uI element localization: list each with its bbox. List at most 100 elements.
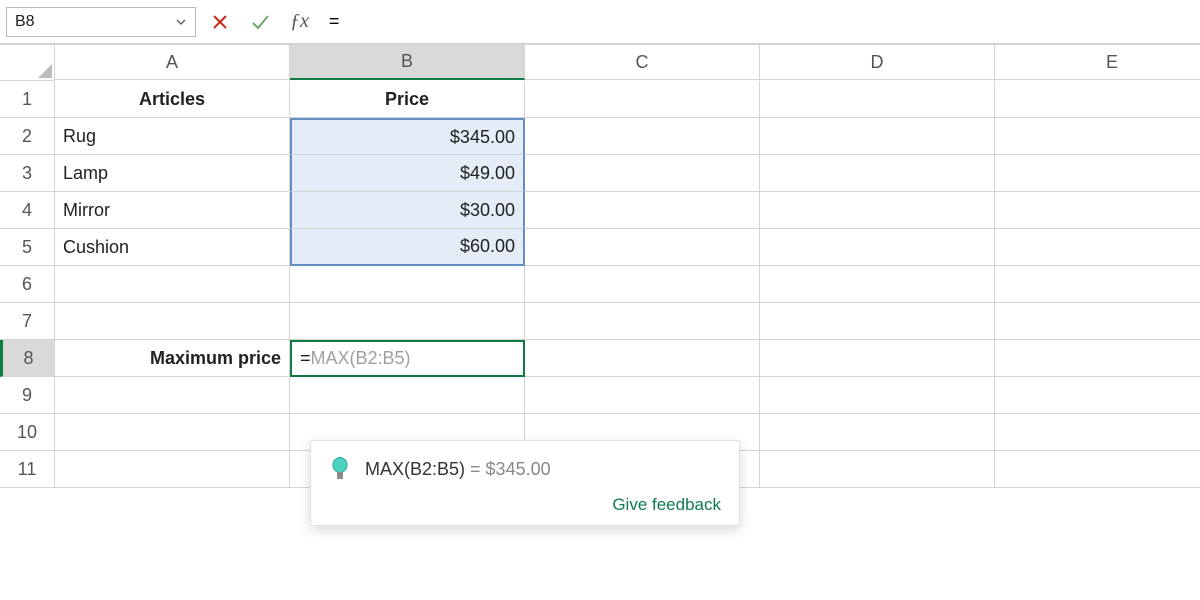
cell-B1[interactable]: Price	[290, 81, 525, 118]
suggestion-equals: =	[465, 459, 486, 479]
cell-A11[interactable]	[55, 451, 290, 488]
cell-B5[interactable]: $60.00	[290, 229, 525, 266]
cell-D2[interactable]	[760, 118, 995, 155]
cell-C1[interactable]	[525, 81, 760, 118]
cell-D6[interactable]	[760, 266, 995, 303]
row-header-11[interactable]: 11	[0, 451, 55, 488]
cell-value: Articles	[139, 89, 205, 110]
cell-A6[interactable]	[55, 266, 290, 303]
cell-A7[interactable]	[55, 303, 290, 340]
col-label: B	[401, 51, 413, 72]
col-header-D[interactable]: D	[760, 44, 995, 80]
cell-D9[interactable]	[760, 377, 995, 414]
cell-E2[interactable]	[995, 118, 1200, 155]
cell-E11[interactable]	[995, 451, 1200, 488]
cell-C7[interactable]	[525, 303, 760, 340]
cell-E6[interactable]	[995, 266, 1200, 303]
row-label: 10	[17, 422, 37, 443]
col-label: E	[1106, 52, 1118, 73]
cell-A5[interactable]: Cushion	[55, 229, 290, 266]
cell-E7[interactable]	[995, 303, 1200, 340]
row-header-5[interactable]: 5	[0, 229, 55, 266]
cell-C4[interactable]	[525, 192, 760, 229]
cell-D4[interactable]	[760, 192, 995, 229]
spreadsheet-grid: A B C D E 1 Articles Price 2 Rug $345.00…	[0, 44, 1200, 488]
cell-D8[interactable]	[760, 340, 995, 377]
chevron-down-icon	[175, 16, 187, 28]
row-label: 11	[18, 459, 37, 480]
check-icon	[249, 11, 271, 33]
cell-E3[interactable]	[995, 155, 1200, 192]
row-header-8[interactable]: 8	[0, 340, 55, 377]
cell-C2[interactable]	[525, 118, 760, 155]
name-box[interactable]: B8	[6, 7, 196, 37]
col-header-E[interactable]: E	[995, 44, 1200, 80]
cell-E10[interactable]	[995, 414, 1200, 451]
row-header-2[interactable]: 2	[0, 118, 55, 155]
cell-A1[interactable]: Articles	[55, 81, 290, 118]
cell-E4[interactable]	[995, 192, 1200, 229]
row-header-6[interactable]: 6	[0, 266, 55, 303]
cell-value: $30.00	[460, 200, 515, 221]
row-label: 1	[22, 89, 32, 110]
row-header-7[interactable]: 7	[0, 303, 55, 340]
row-header-9[interactable]: 9	[0, 377, 55, 414]
cell-D10[interactable]	[760, 414, 995, 451]
cell-value: $60.00	[460, 236, 515, 257]
feedback-label: Give feedback	[612, 495, 721, 514]
fx-label: ƒx	[284, 10, 315, 33]
suggestion-row[interactable]: MAX(B2:B5) = $345.00	[329, 455, 721, 483]
cell-A8[interactable]: Maximum price	[55, 340, 290, 377]
formula-input[interactable]	[323, 7, 1194, 37]
cell-value: Maximum price	[150, 348, 281, 369]
cell-value: Rug	[63, 126, 96, 147]
cell-D3[interactable]	[760, 155, 995, 192]
cell-E9[interactable]	[995, 377, 1200, 414]
cell-C3[interactable]	[525, 155, 760, 192]
cell-A9[interactable]	[55, 377, 290, 414]
cancel-button[interactable]	[204, 7, 236, 37]
name-box-value: B8	[15, 13, 35, 31]
cell-value: $345.00	[450, 127, 515, 148]
cell-D11[interactable]	[760, 451, 995, 488]
col-header-C[interactable]: C	[525, 44, 760, 80]
cell-A2[interactable]: Rug	[55, 118, 290, 155]
cell-C5[interactable]	[525, 229, 760, 266]
cell-B3[interactable]: $49.00	[290, 155, 525, 192]
cell-E8[interactable]	[995, 340, 1200, 377]
cell-B9[interactable]	[290, 377, 525, 414]
cell-B7[interactable]	[290, 303, 525, 340]
cell-A4[interactable]: Mirror	[55, 192, 290, 229]
edit-prefix: =	[300, 348, 311, 369]
row-header-10[interactable]: 10	[0, 414, 55, 451]
cell-A10[interactable]	[55, 414, 290, 451]
col-label: C	[636, 52, 649, 73]
cell-E1[interactable]	[995, 81, 1200, 118]
row-label: 6	[22, 274, 32, 295]
cell-A3[interactable]: Lamp	[55, 155, 290, 192]
col-header-B[interactable]: B	[290, 44, 525, 80]
cell-B4[interactable]: $30.00	[290, 192, 525, 229]
cell-C9[interactable]	[525, 377, 760, 414]
cell-D5[interactable]	[760, 229, 995, 266]
select-all-corner[interactable]	[0, 44, 55, 81]
cell-C6[interactable]	[525, 266, 760, 303]
accept-button[interactable]	[244, 7, 276, 37]
cell-C8[interactable]	[525, 340, 760, 377]
cell-E5[interactable]	[995, 229, 1200, 266]
give-feedback-link[interactable]: Give feedback	[329, 495, 721, 515]
col-header-A[interactable]: A	[55, 44, 290, 80]
row-header-1[interactable]: 1	[0, 81, 55, 118]
cell-B2[interactable]: $345.00	[290, 118, 525, 155]
row-header-4[interactable]: 4	[0, 192, 55, 229]
suggestion-result: $345.00	[486, 459, 551, 479]
cell-B6[interactable]	[290, 266, 525, 303]
row-label: 3	[22, 163, 32, 184]
cell-B8-editing[interactable]: =MAX(B2:B5)	[290, 340, 525, 377]
suggestion-formula: MAX(B2:B5)	[365, 459, 465, 479]
col-label: A	[166, 52, 178, 73]
row-header-3[interactable]: 3	[0, 155, 55, 192]
cell-D1[interactable]	[760, 81, 995, 118]
formula-suggestion-popup: MAX(B2:B5) = $345.00 Give feedback	[310, 440, 740, 526]
cell-D7[interactable]	[760, 303, 995, 340]
